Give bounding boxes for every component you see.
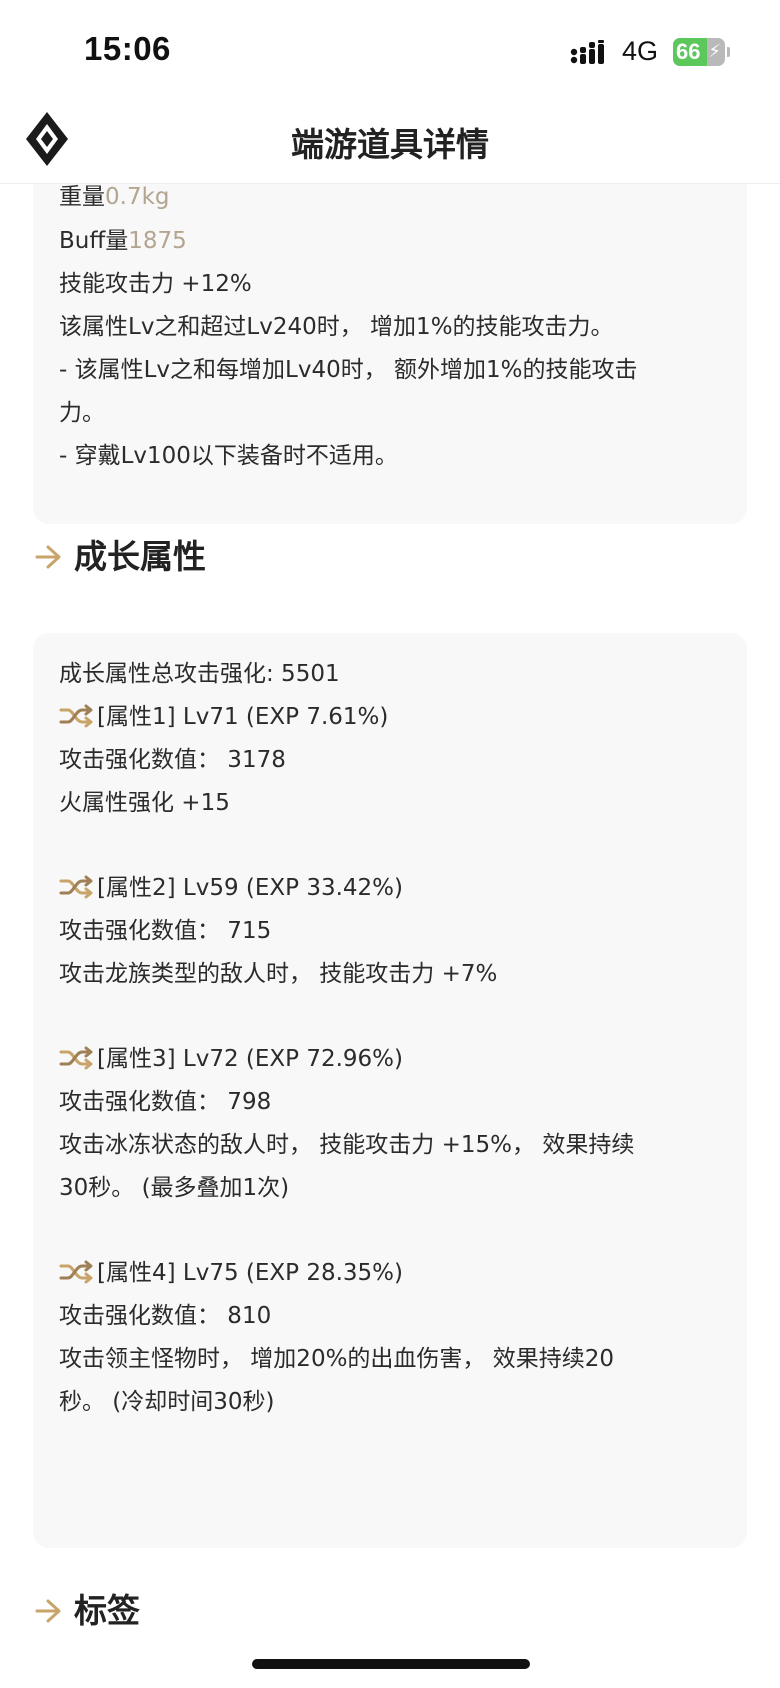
attribute-value: 攻击强化数值： 715 [59, 918, 272, 944]
content-area[interactable]: 重量0.7kg Buff量1875 技能攻击力 +12% 该属性Lv之和超过Lv… [0, 184, 780, 1688]
item-info-card: 重量0.7kg Buff量1875 技能攻击力 +12% 该属性Lv之和超过Lv… [33, 184, 747, 524]
home-indicator[interactable] [252, 1659, 530, 1669]
attribute-header: [属性2] Lv59 (EXP 33.42%) [59, 865, 403, 911]
signal-bars-icon [570, 40, 604, 64]
card-line: 力。 [59, 400, 105, 426]
attribute-value: 攻击强化数值： 798 [59, 1089, 272, 1115]
attribute-effect: 30秒。 (最多叠加1次) [59, 1175, 290, 1201]
card-line: 技能攻击力 +12% [59, 271, 252, 297]
attribute-header: [属性1] Lv71 (EXP 7.61%) [59, 694, 388, 740]
status-bar: 15:06 4G 66 ⚡ [0, 0, 780, 100]
growth-attributes-card: 成长属性总攻击强化: 5501 [属性1] Lv71 (EXP 7.61%) 攻… [33, 633, 747, 1548]
shuffle-icon [59, 875, 93, 899]
battery-icon: 66 ⚡ [673, 38, 725, 66]
growth-total: 成长属性总攻击强化: 5501 [59, 661, 340, 687]
page-title: 端游道具详情 [291, 125, 489, 164]
attribute-effect: 秒。 (冷却时间30秒) [59, 1389, 275, 1415]
section-title: 成长属性 [74, 537, 206, 576]
section-title: 标签 [74, 1591, 140, 1630]
card-line: - 该属性Lv之和每增加Lv40时， 额外增加1%的技能攻击 [59, 357, 638, 383]
attribute-header: [属性4] Lv75 (EXP 28.35%) [59, 1250, 403, 1296]
buff-value: 1875 [128, 228, 187, 254]
attribute-header-text: [属性1] Lv71 (EXP 7.61%) [97, 704, 389, 730]
buff-label: Buff量 [59, 228, 129, 254]
weight-label: 重量 [59, 184, 105, 210]
page-header: 端游道具详情 [0, 100, 780, 184]
status-time: 15:06 [84, 30, 171, 67]
shuffle-icon [59, 704, 93, 728]
attribute-effect: 火属性强化 +15 [59, 790, 230, 816]
attribute-effect: 攻击领主怪物时， 增加20%的出血伤害， 效果持续20 [59, 1346, 615, 1372]
buff-row: Buff量1875 [59, 218, 187, 264]
attribute-value: 攻击强化数值： 3178 [59, 747, 286, 773]
shuffle-icon [59, 1260, 93, 1284]
charging-bolt-icon: ⚡ [708, 41, 721, 62]
attribute-header-text: [属性4] Lv75 (EXP 28.35%) [97, 1260, 404, 1286]
battery-cap [727, 47, 730, 57]
network-label: 4G [622, 36, 659, 66]
arrow-right-icon [35, 1599, 61, 1623]
screen: 15:06 4G 66 ⚡ 端游道具详情 重量0.7kg Buff量1875 技… [0, 0, 780, 1688]
card-line: 该属性Lv之和超过Lv240时， 增加1%的技能攻击力。 [59, 314, 614, 340]
attribute-header-text: [属性3] Lv72 (EXP 72.96%) [97, 1046, 404, 1072]
attribute-effect: 攻击冰冻状态的敌人时， 技能攻击力 +15%， 效果持续 [59, 1132, 635, 1158]
weight-value: 0.7kg [105, 184, 170, 210]
weight-row: 重量0.7kg [59, 184, 170, 220]
battery-level: 66 [676, 39, 701, 64]
attribute-header-text: [属性2] Lv59 (EXP 33.42%) [97, 875, 404, 901]
attribute-header: [属性3] Lv72 (EXP 72.96%) [59, 1036, 403, 1082]
card-line: - 穿戴Lv100以下装备时不适用。 [59, 443, 398, 469]
shuffle-icon [59, 1046, 93, 1070]
arrow-right-icon [35, 545, 61, 569]
attribute-effect: 攻击龙族类型的敌人时， 技能攻击力 +7% [59, 961, 498, 987]
attribute-value: 攻击强化数值： 810 [59, 1303, 272, 1329]
